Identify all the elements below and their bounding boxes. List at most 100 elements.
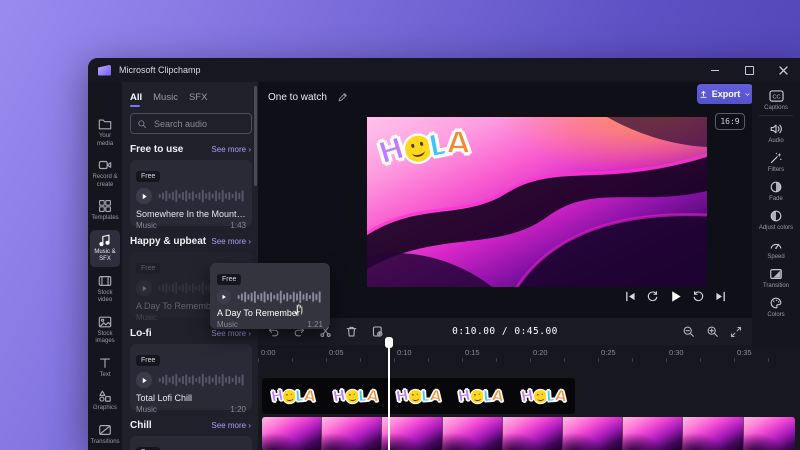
free-badge: Free <box>136 355 161 366</box>
video-frame-thumb <box>562 417 624 450</box>
audio-track-card[interactable]: Free <box>130 436 252 450</box>
rail-item-adjust-colors[interactable]: Adjust colors <box>752 205 800 234</box>
section-title: Happy & upbeat <box>130 236 207 247</box>
search-audio-input[interactable] <box>152 117 245 130</box>
rail-item-fade[interactable]: Fade <box>752 176 800 205</box>
rail-item-speed[interactable]: Speed <box>752 234 800 263</box>
close-button[interactable] <box>766 58 800 82</box>
rail-item-filters[interactable]: Filters <box>752 147 800 176</box>
tab-all[interactable]: All <box>130 92 142 107</box>
panel-scrollbar[interactable] <box>254 86 257 186</box>
nav-item-graphics[interactable]: Graphics <box>90 386 120 416</box>
tab-music[interactable]: Music <box>153 92 178 103</box>
free-badge: Free <box>136 171 161 182</box>
rail-item-audio[interactable]: Audio <box>752 118 800 147</box>
search-icon <box>138 119 147 128</box>
ruler-tick: 0:25 <box>601 348 616 357</box>
rail-item-captions[interactable]: CC Captions <box>752 86 800 114</box>
audio-track-card[interactable]: Free Somewhere In the Mountain... Music 1… <box>130 160 252 230</box>
transitions-icon <box>98 423 112 437</box>
track-title: Somewhere In the Mountain... <box>136 209 246 219</box>
tab-sfx[interactable]: SFX <box>189 92 207 103</box>
pencil-icon[interactable] <box>337 92 348 103</box>
drag-preview-card[interactable]: Free A Day To Remember Music 1:21 <box>210 263 330 329</box>
minimize-button[interactable] <box>698 58 732 82</box>
export-button[interactable]: Export <box>697 84 753 104</box>
waveform <box>237 290 321 304</box>
play-button[interactable] <box>668 289 683 304</box>
fit-to-screen-icon[interactable] <box>730 326 742 338</box>
video-frame-thumb <box>382 417 443 450</box>
section-header-chill: Chill See more › <box>130 420 251 431</box>
export-upload-icon <box>700 90 707 98</box>
nav-item-transitions[interactable]: Transitions <box>90 420 120 450</box>
section-header-free-to-use: Free to use See more › <box>130 144 251 155</box>
video-frame-thumb <box>502 417 563 450</box>
see-more-link[interactable]: See more › <box>211 329 251 338</box>
zoom-in-icon[interactable] <box>706 325 719 338</box>
nav-item-label: Your media <box>96 133 114 147</box>
nav-item-templates[interactable]: Templates <box>90 196 120 226</box>
search-audio-box[interactable] <box>130 113 252 134</box>
video-frame-thumb <box>623 417 684 450</box>
record-camera-icon <box>98 158 112 172</box>
audio-track-card[interactable]: Free Total Lofi Chill Music 1:20 <box>130 344 252 414</box>
music-note-icon <box>98 233 112 247</box>
rail-item-colors[interactable]: Colors <box>752 292 800 321</box>
left-nav-rail: Your media Record & create Templates Mus… <box>88 82 122 450</box>
aspect-ratio-badge[interactable]: 16:9 <box>715 113 745 130</box>
nav-item-stock-video[interactable]: Stock video <box>90 271 120 308</box>
rail-item-transition[interactable]: Transition <box>752 263 800 292</box>
clipchamp-logo-icon <box>98 64 111 76</box>
skip-start-button[interactable] <box>624 290 637 303</box>
nav-item-text[interactable]: Text <box>90 353 120 383</box>
zoom-out-icon[interactable] <box>682 325 695 338</box>
free-badge: Free <box>136 263 161 274</box>
total-duration: 0:45.00 <box>514 326 558 337</box>
hola-sticker-thumb: HLA <box>394 385 443 406</box>
forward-1s-button[interactable] <box>692 290 705 303</box>
section-header-happy-upbeat: Happy & upbeat See more › <box>130 236 251 247</box>
adjust-colors-icon <box>770 210 782 222</box>
nav-item-music-sfx[interactable]: Music & SFX <box>90 229 120 267</box>
hola-sticker-thumb: HLA <box>519 385 568 406</box>
playhead-handle[interactable] <box>385 337 393 348</box>
nav-item-your-media[interactable]: Your media <box>90 114 120 151</box>
ruler-tick: 0:15 <box>465 348 480 357</box>
hola-sticker-thumb: HLA <box>268 385 318 406</box>
video-preview[interactable]: HLA <box>367 117 707 287</box>
project-title[interactable]: One to watch <box>268 92 327 103</box>
timeline-ruler[interactable]: 0:00 0:05 0:10 0:15 0:20 0:25 0:30 0:35 <box>258 345 800 362</box>
play-preview-button[interactable] <box>136 372 152 388</box>
fade-icon <box>770 181 782 193</box>
maximize-button[interactable] <box>732 58 766 82</box>
section-title: Chill <box>130 420 152 431</box>
see-more-link[interactable]: See more › <box>211 421 251 430</box>
speaker-icon <box>770 124 782 134</box>
play-preview-button <box>217 290 231 304</box>
video-frame-thumb <box>322 417 383 450</box>
track-duration: 1:21 <box>307 320 323 329</box>
video-clip[interactable] <box>262 417 795 450</box>
close-icon <box>778 65 788 75</box>
waveform <box>158 373 244 387</box>
chevron-down-icon <box>745 92 750 96</box>
playhead[interactable] <box>385 337 393 450</box>
nav-item-record-create[interactable]: Record & create <box>90 155 120 192</box>
video-frame-thumb <box>262 417 323 450</box>
track-title: Total Lofi Chill <box>136 393 193 403</box>
track-type: Music <box>136 221 157 230</box>
play-preview-button[interactable] <box>136 280 152 296</box>
track-duration: 1:20 <box>230 405 246 414</box>
rewind-1s-button[interactable] <box>646 290 659 303</box>
play-preview-button[interactable] <box>136 188 152 204</box>
skip-end-button[interactable] <box>714 290 727 303</box>
ruler-tick: 0:30 <box>669 348 684 357</box>
see-more-link[interactable]: See more › <box>211 237 251 246</box>
nav-item-stock-images[interactable]: Stock images <box>90 312 120 349</box>
see-more-link[interactable]: See more › <box>211 145 251 154</box>
hola-sticker-thumb: HLA <box>331 385 380 406</box>
text-icon <box>98 356 112 370</box>
graphics-icon <box>98 389 112 403</box>
sticker-clip[interactable]: HLA HLA HLA HLA HLA <box>262 378 575 414</box>
